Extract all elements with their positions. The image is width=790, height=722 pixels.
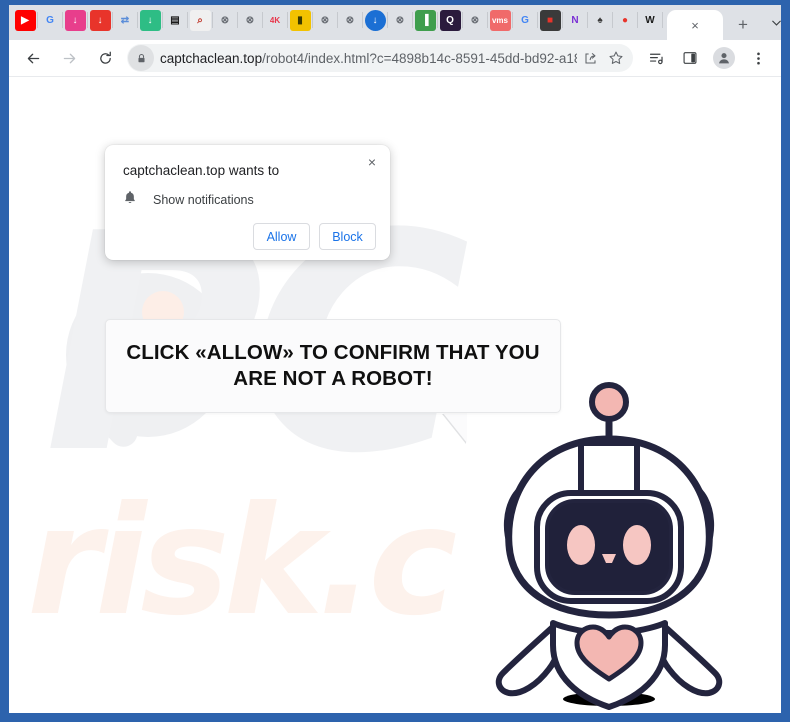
downloader-pink-extension-icon[interactable]: ↓ [64, 9, 86, 31]
tab-strip: ▶ G ↓ ↓ ⇄ ↓ ▤ ⌕ ⊗ ⊗ 4K ▮ ⊗ ⊗ ↓ ⊗ ▐ Q ⊗ vms G ■ N ♠ ● W × + [9, 5, 781, 40]
lock-yellow-extension-icon[interactable]: ▮ [289, 9, 311, 31]
navigation-toolbar: captchaclean.top/robot4/index.html?c=489… [9, 40, 781, 77]
bell-icon [123, 190, 137, 210]
lock-icon[interactable] [128, 45, 154, 71]
video-capture-extension-icon[interactable]: ▤ [165, 10, 186, 31]
nimbus-purple-extension-icon[interactable]: N [565, 10, 586, 31]
globe-gray-extension-icon-3[interactable]: ⊗ [315, 10, 336, 31]
extension-separator [662, 12, 663, 28]
share-icon[interactable] [577, 45, 603, 71]
address-bar[interactable]: captchaclean.top/robot4/index.html?c=489… [127, 44, 633, 72]
extension-separator [637, 12, 638, 28]
side-panel-icon[interactable] [676, 44, 704, 72]
extension-separator [487, 12, 488, 28]
download-green-extension-icon[interactable]: ↓ [139, 9, 161, 31]
extension-separator [112, 12, 113, 28]
watermark-text: risk.c [27, 475, 457, 649]
url-domain: captchaclean.top [160, 50, 263, 66]
youtube-extension-icon[interactable]: ▶ [14, 9, 36, 31]
avatar [713, 47, 735, 69]
permission-dialog-actions: Allow Block [253, 223, 376, 250]
extension-separator [37, 12, 38, 28]
screen-recorder-extension-icon[interactable]: ■ [539, 9, 561, 31]
bell-extension-icon[interactable]: ♠ [590, 10, 611, 31]
extension-separator [62, 12, 63, 28]
media-playlist-icon[interactable] [642, 44, 670, 72]
globe-gray-extension-icon-4[interactable]: ⊗ [340, 10, 361, 31]
extension-separator [512, 12, 513, 28]
browser-tab-active[interactable]: × [667, 10, 723, 40]
4k-video-downloader-extension-icon[interactable]: 4K [265, 10, 286, 31]
page-content: PC risk.c CLICK «ALLOW» TO CONFIRM THAT … [9, 77, 781, 712]
sync-swap-extension-icon[interactable]: ⇄ [115, 10, 136, 31]
extension-icon-row: ▶ G ↓ ↓ ⇄ ↓ ▤ ⌕ ⊗ ⊗ 4K ▮ ⊗ ⊗ ↓ ⊗ ▐ Q ⊗ vms G ■ N ♠ ● W [9, 5, 665, 40]
extension-separator [337, 12, 338, 28]
brave-shield-extension-icon[interactable]: ● [615, 10, 636, 31]
extension-separator [562, 12, 563, 28]
new-tab-button[interactable]: + [729, 10, 757, 38]
extension-separator [387, 12, 388, 28]
allow-button[interactable]: Allow [253, 223, 310, 250]
extension-separator [237, 12, 238, 28]
image-search-extension-icon[interactable]: ⌕ [189, 9, 211, 31]
window-controls [757, 5, 781, 40]
reload-button[interactable] [91, 44, 119, 72]
forward-button[interactable] [55, 44, 83, 72]
address-bar-url[interactable]: captchaclean.top/robot4/index.html?c=489… [160, 51, 577, 66]
star-icon[interactable] [603, 45, 629, 71]
globe-gray-extension-icon-2[interactable]: ⊗ [240, 10, 261, 31]
extension-separator [412, 12, 413, 28]
qsearch-dark-extension-icon[interactable]: Q [439, 9, 461, 31]
blue-download-extension-icon[interactable]: ↓ [364, 9, 386, 31]
extension-separator [587, 12, 588, 28]
extension-separator [162, 12, 163, 28]
globe-gray-extension-icon-5[interactable]: ⊗ [390, 10, 411, 31]
globe-gray-extension-icon-6[interactable]: ⊗ [465, 10, 486, 31]
extension-separator [362, 12, 363, 28]
downloader-red-extension-icon[interactable]: ↓ [89, 9, 111, 31]
browser-window-frame: ▶ G ↓ ↓ ⇄ ↓ ▤ ⌕ ⊗ ⊗ 4K ▮ ⊗ ⊗ ↓ ⊗ ▐ Q ⊗ vms G ■ N ♠ ● W × + [0, 0, 790, 722]
close-icon[interactable]: × [362, 152, 382, 172]
permission-dialog-title: captchaclean.top wants to [123, 163, 280, 178]
analytics-green-extension-icon[interactable]: ▐ [414, 9, 436, 31]
google-extension-icon[interactable]: G [40, 10, 61, 31]
tab-search-chevron-down-icon[interactable] [757, 7, 781, 39]
url-path: /robot4/index.html?c=4898b14c-8591-45dd-… [262, 50, 577, 66]
globe-gray-extension-icon-1[interactable]: ⊗ [215, 10, 236, 31]
vimeo-red-extension-icon[interactable]: vms [489, 9, 511, 31]
extension-separator [137, 12, 138, 28]
back-button[interactable] [19, 44, 47, 72]
extension-separator [537, 12, 538, 28]
extension-separator [437, 12, 438, 28]
google-extension-icon-2[interactable]: G [515, 10, 536, 31]
three-dot-menu-icon[interactable] [744, 44, 772, 72]
wikipedia-extension-icon[interactable]: W [640, 10, 661, 31]
robot-mascot-illustration [469, 377, 749, 712]
extension-separator [287, 12, 288, 28]
browser-chrome: ▶ G ↓ ↓ ⇄ ↓ ▤ ⌕ ⊗ ⊗ 4K ▮ ⊗ ⊗ ↓ ⊗ ▐ Q ⊗ vms G ■ N ♠ ● W × + [9, 5, 781, 713]
extension-separator [262, 12, 263, 28]
extension-separator [312, 12, 313, 28]
block-button[interactable]: Block [319, 223, 376, 250]
extension-separator [612, 12, 613, 28]
tab-close-icon[interactable]: × [687, 17, 703, 33]
extension-separator [87, 12, 88, 28]
notification-permission-dialog: × captchaclean.top wants to Show notific… [105, 145, 390, 260]
extension-separator [187, 12, 188, 28]
permission-label: Show notifications [153, 193, 254, 207]
profile-avatar-icon[interactable] [710, 44, 738, 72]
extension-separator [462, 12, 463, 28]
extension-separator [212, 12, 213, 28]
speech-bubble-tail [443, 413, 467, 443]
speech-bubble-line-1: CLICK «ALLOW» TO CONFIRM THAT YOU [126, 340, 540, 364]
permission-request-row: Show notifications [123, 190, 374, 210]
